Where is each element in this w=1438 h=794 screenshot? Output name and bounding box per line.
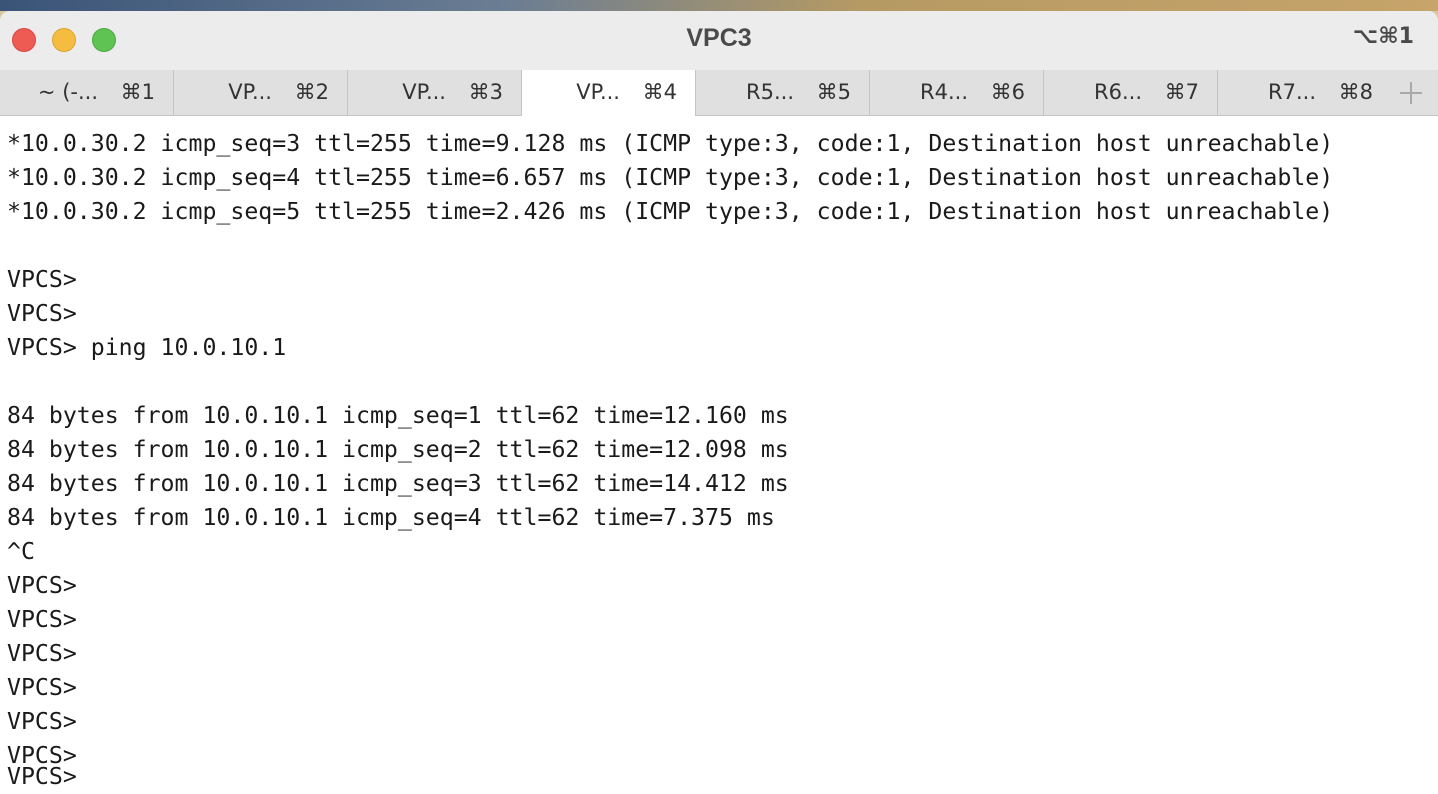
terminal-line: VPCS> xyxy=(7,708,77,735)
terminal-line: *10.0.30.2 icmp_seq=3 ttl=255 time=9.128… xyxy=(7,130,1334,157)
tab-4[interactable]: VP... ⌘4 xyxy=(522,70,696,116)
terminal-line: VPCS> xyxy=(7,572,77,599)
tab-shortcut: ⌘1 xyxy=(120,80,155,104)
terminal-line: 84 bytes from 10.0.10.1 icmp_seq=2 ttl=6… xyxy=(7,436,789,463)
tab-6[interactable]: R4... ⌘6 xyxy=(870,70,1044,115)
plus-icon[interactable] xyxy=(1388,70,1438,115)
tab-shortcut: ⌘7 xyxy=(1164,80,1199,104)
tab-1[interactable]: ~ (-... ⌘1 xyxy=(0,70,174,115)
tab-2[interactable]: VP... ⌘2 xyxy=(174,70,348,115)
terminal-output[interactable]: *10.0.30.2 icmp_seq=3 ttl=255 time=9.128… xyxy=(0,117,1438,794)
terminal-line: VPCS> xyxy=(7,300,77,327)
tab-7[interactable]: R6... ⌘7 xyxy=(1044,70,1218,115)
title-bar[interactable]: VPC3 ⌥⌘1 xyxy=(0,11,1438,70)
desktop-background xyxy=(0,0,1438,11)
window-title: VPC3 xyxy=(686,24,752,52)
tab-label: R4... xyxy=(920,80,968,104)
tab-shortcut: ⌘6 xyxy=(990,80,1025,104)
tab-label: R7... xyxy=(1268,80,1316,104)
terminal-line: *10.0.30.2 icmp_seq=5 ttl=255 time=2.426… xyxy=(7,198,1334,225)
terminal-line: 84 bytes from 10.0.10.1 icmp_seq=3 ttl=6… xyxy=(7,470,789,497)
terminal-line: 84 bytes from 10.0.10.1 icmp_seq=4 ttl=6… xyxy=(7,504,775,531)
terminal-line: *10.0.30.2 icmp_seq=4 ttl=255 time=6.657… xyxy=(7,164,1334,191)
tab-label: R6... xyxy=(1094,80,1142,104)
tab-5[interactable]: R5... ⌘5 xyxy=(696,70,870,115)
tab-3[interactable]: VP... ⌘3 xyxy=(348,70,522,115)
terminal-line: VPCS> ping 10.0.10.1 xyxy=(7,334,287,361)
tab-bar: ~ (-... ⌘1 VP... ⌘2 VP... ⌘3 VP... ⌘4 R5… xyxy=(0,70,1438,116)
tab-label: VP... xyxy=(576,80,620,104)
terminal-line: VPCS> xyxy=(7,674,77,701)
window-shortcut: ⌥⌘1 xyxy=(1352,24,1414,49)
tab-label: VP... xyxy=(228,80,272,104)
tab-label: VP... xyxy=(402,80,446,104)
terminal-line: 84 bytes from 10.0.10.1 icmp_seq=1 ttl=6… xyxy=(7,402,789,429)
tab-label: ~ (-... xyxy=(37,80,98,104)
terminal-line: VPCS> xyxy=(7,266,77,293)
tab-8[interactable]: R7... ⌘8 xyxy=(1218,70,1392,115)
terminal-line: VPCS> xyxy=(7,640,77,667)
terminal-window: VPC3 ⌥⌘1 ~ (-... ⌘1 VP... ⌘2 VP... ⌘3 VP… xyxy=(0,11,1438,794)
terminal-line: ^C xyxy=(7,538,35,565)
tab-shortcut: ⌘2 xyxy=(294,80,329,104)
tab-shortcut: ⌘3 xyxy=(468,80,503,104)
terminal-line: VPCS> xyxy=(7,606,77,633)
tab-shortcut: ⌘4 xyxy=(642,80,677,104)
tab-shortcut: ⌘8 xyxy=(1338,80,1373,104)
terminal-line: VPCS> xyxy=(7,763,77,790)
tab-label: R5... xyxy=(746,80,794,104)
tab-shortcut: ⌘5 xyxy=(816,80,851,104)
